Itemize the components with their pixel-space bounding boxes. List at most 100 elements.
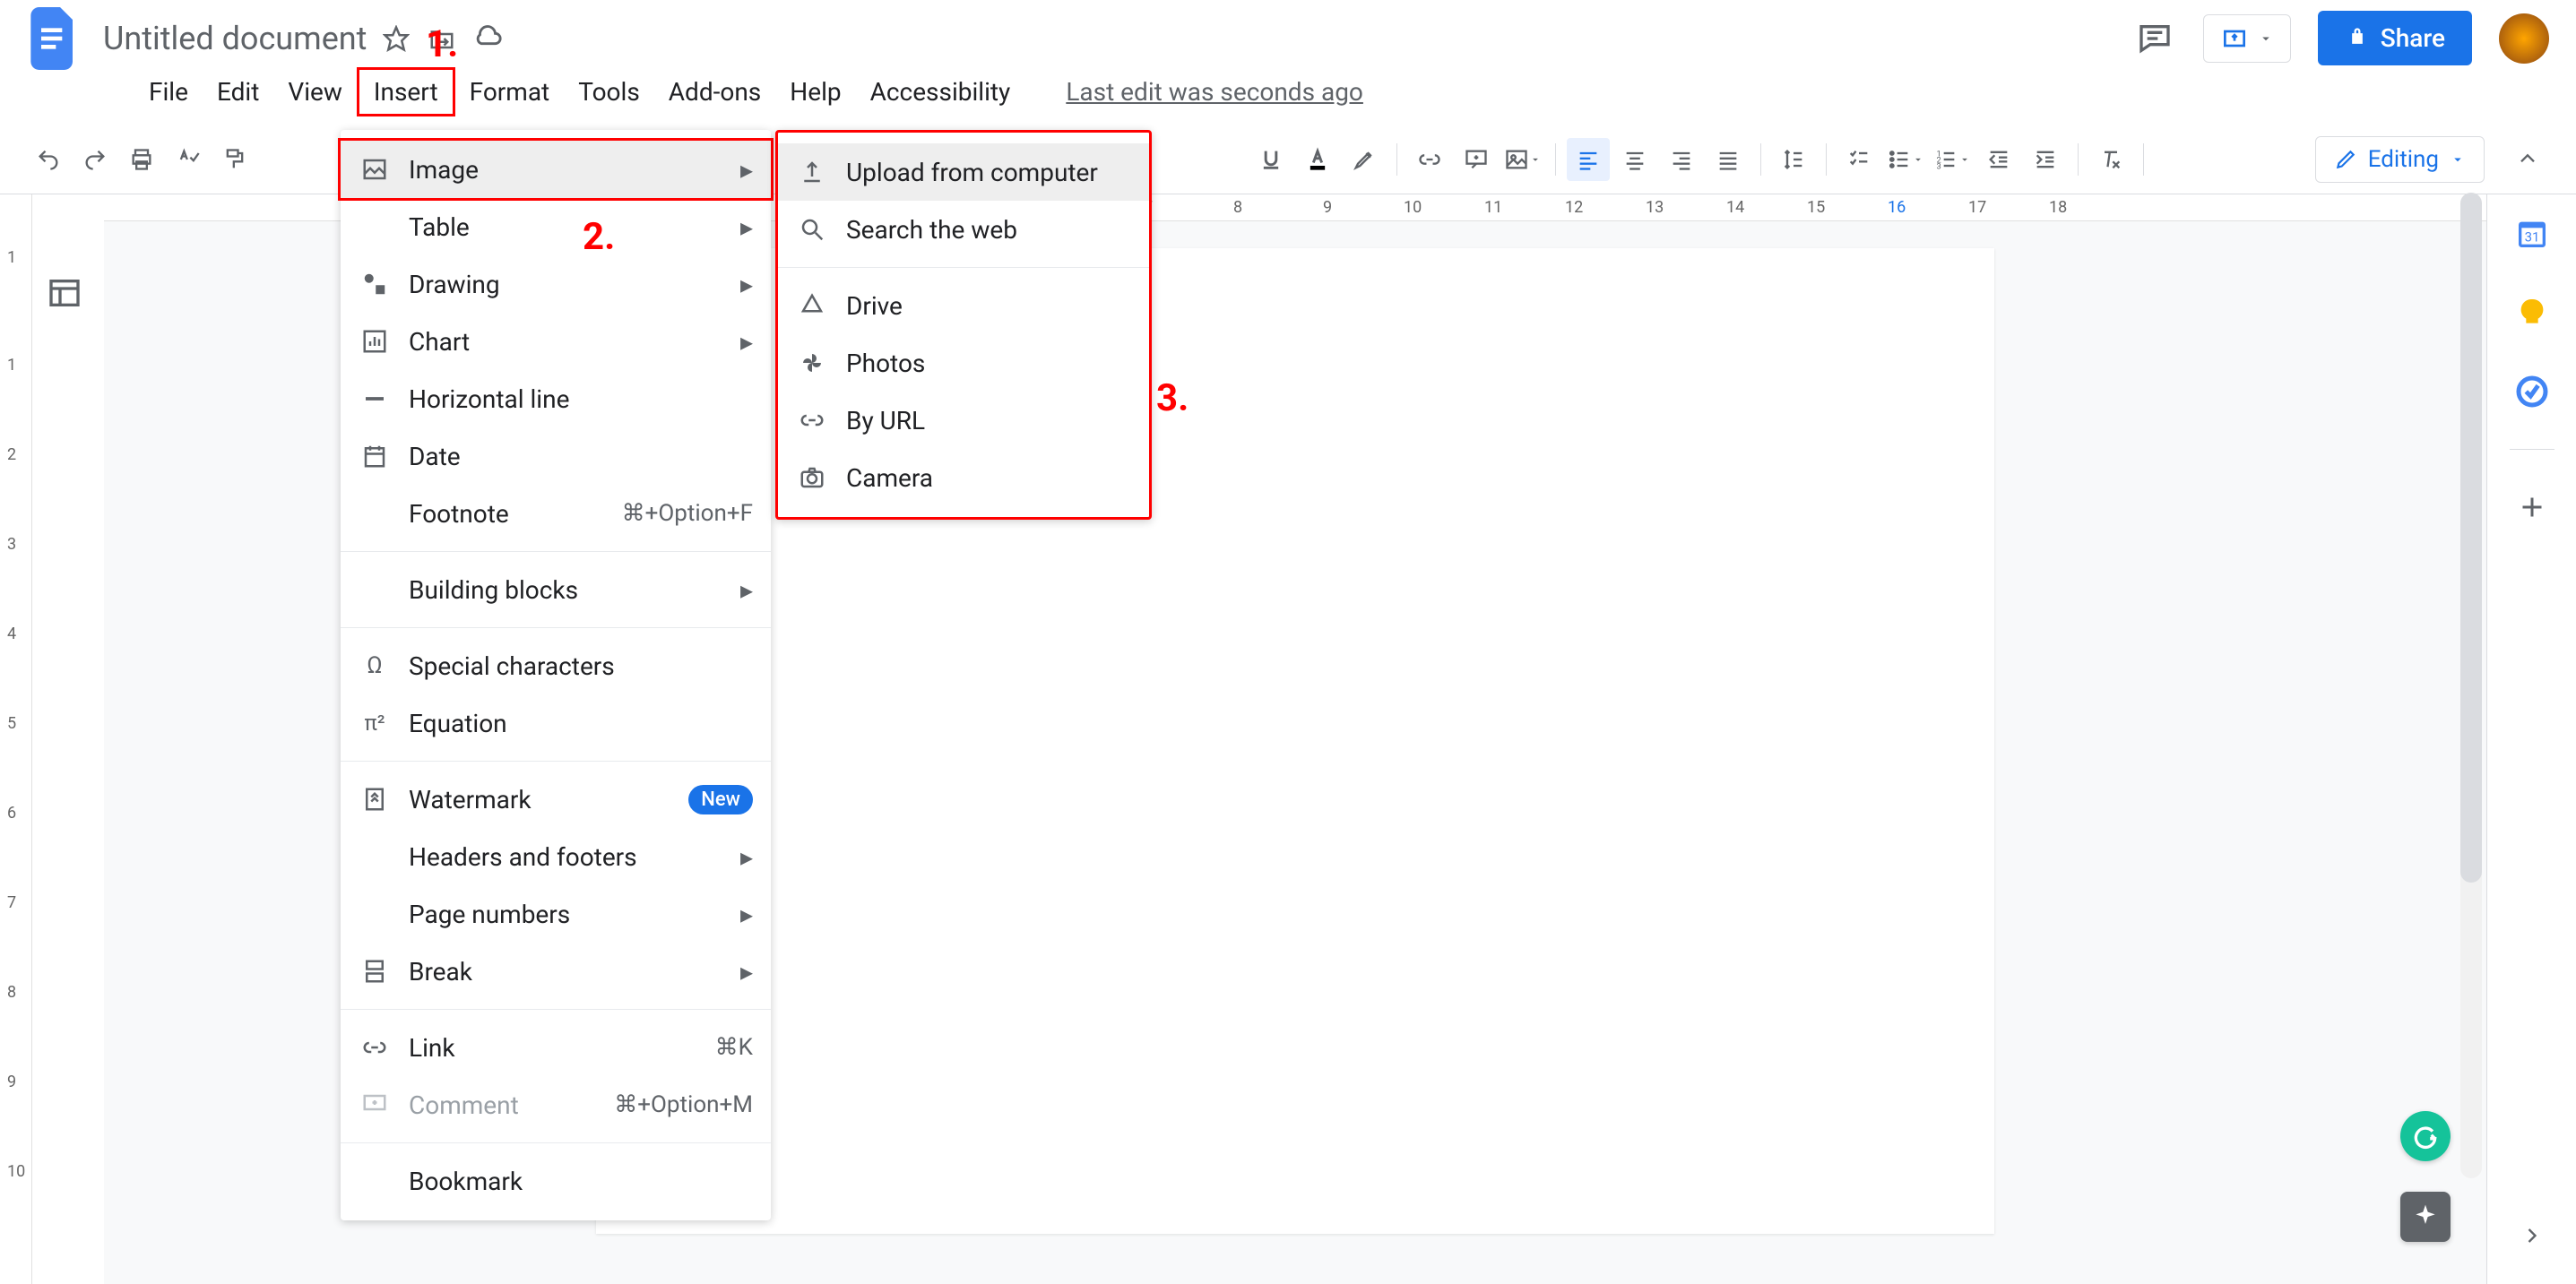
align-justify-button[interactable] <box>1707 138 1750 181</box>
align-left-button[interactable] <box>1567 138 1610 181</box>
image-submenu: Upload from computer Search the web Driv… <box>775 130 1152 520</box>
add-addon-button[interactable] <box>2511 486 2554 529</box>
redo-button[interactable] <box>73 138 117 181</box>
increase-indent-button[interactable] <box>2024 138 2067 181</box>
menu-insert[interactable]: Insert <box>357 67 455 116</box>
vertical-scrollbar[interactable] <box>2460 193 2482 1178</box>
insert-page-numbers-item[interactable]: Page numbers ▸ <box>341 885 771 943</box>
highlight-button[interactable] <box>1343 138 1386 181</box>
menu-edit[interactable]: Edit <box>203 70 273 114</box>
print-button[interactable] <box>120 138 163 181</box>
account-avatar[interactable] <box>2499 13 2549 64</box>
chart-icon <box>359 325 391 358</box>
insert-dropdown: Image ▸ Table ▸ Drawing ▸ Chart ▸ Horizo… <box>341 130 771 1220</box>
insert-hline-item[interactable]: Horizontal line <box>341 370 771 427</box>
by-url-item[interactable]: By URL <box>778 392 1149 449</box>
bulleted-list-button[interactable] <box>1884 138 1927 181</box>
search-icon <box>796 213 828 246</box>
align-center-button[interactable] <box>1613 138 1656 181</box>
insert-headers-footers-item[interactable]: Headers and footers ▸ <box>341 828 771 885</box>
numbered-list-button[interactable]: 123 <box>1931 138 1974 181</box>
line-spacing-button[interactable] <box>1772 138 1815 181</box>
insert-date-label: Date <box>409 442 753 471</box>
grammarly-button[interactable] <box>2400 1111 2451 1161</box>
calendar-app-icon[interactable]: 31 <box>2511 212 2554 255</box>
tasks-app-icon[interactable] <box>2511 370 2554 413</box>
insert-special-chars-label: Special characters <box>409 651 753 681</box>
pi-icon: π² <box>359 707 391 739</box>
insert-equation-item[interactable]: π² Equation <box>341 694 771 752</box>
hide-side-panel-button[interactable] <box>2511 1214 2554 1257</box>
insert-image-label: Image <box>409 155 722 185</box>
insert-footnote-item[interactable]: Footnote ⌘+Option+F <box>341 485 771 542</box>
table-icon <box>359 211 391 243</box>
link-shortcut: ⌘K <box>715 1034 753 1061</box>
outline-toggle-button[interactable] <box>47 275 90 318</box>
menu-accessibility[interactable]: Accessibility <box>856 70 1025 114</box>
insert-break-item[interactable]: Break ▸ <box>341 943 771 1000</box>
insert-special-chars-item[interactable]: Ω Special characters <box>341 637 771 694</box>
menu-separator <box>778 267 1149 268</box>
checklist-button[interactable] <box>1837 138 1880 181</box>
omega-icon: Ω <box>359 650 391 682</box>
align-right-button[interactable] <box>1660 138 1703 181</box>
camera-item[interactable]: Camera <box>778 449 1149 506</box>
hide-menus-button[interactable] <box>2506 138 2549 181</box>
scrollbar-thumb[interactable] <box>2460 193 2482 883</box>
insert-building-blocks-label: Building blocks <box>409 575 722 605</box>
chevron-right-icon: ▸ <box>740 155 753 185</box>
clear-formatting-button[interactable] <box>2089 138 2132 181</box>
upload-from-computer-item[interactable]: Upload from computer <box>778 143 1149 201</box>
docs-home-icon[interactable] <box>27 3 81 74</box>
insert-date-item[interactable]: Date <box>341 427 771 485</box>
upload-label: Upload from computer <box>846 158 1131 187</box>
insert-bookmark-item[interactable]: Bookmark <box>341 1152 771 1210</box>
text-color-button[interactable] <box>1296 138 1339 181</box>
insert-watermark-label: Watermark <box>409 785 670 814</box>
insert-hline-label: Horizontal line <box>409 384 753 414</box>
insert-table-item[interactable]: Table ▸ <box>341 198 771 255</box>
menu-tools[interactable]: Tools <box>564 70 654 114</box>
insert-image-button[interactable] <box>1501 138 1544 181</box>
cloud-status-icon[interactable] <box>471 22 504 55</box>
underline-button[interactable] <box>1249 138 1292 181</box>
insert-chart-item[interactable]: Chart ▸ <box>341 313 771 370</box>
side-panel: 31 <box>2486 194 2576 1284</box>
present-button[interactable] <box>2203 14 2291 63</box>
editing-label: Editing <box>2368 146 2439 173</box>
drive-item[interactable]: Drive <box>778 277 1149 334</box>
spellcheck-button[interactable] <box>167 138 210 181</box>
editing-mode-button[interactable]: Editing <box>2315 136 2485 183</box>
menu-help[interactable]: Help <box>775 70 855 114</box>
chevron-right-icon: ▸ <box>740 212 753 242</box>
menu-format[interactable]: Format <box>455 70 565 114</box>
menu-separator <box>341 551 771 552</box>
paint-format-button[interactable] <box>213 138 256 181</box>
menu-file[interactable]: File <box>134 70 203 114</box>
insert-link-item[interactable]: Link ⌘K <box>341 1019 771 1076</box>
comment-history-button[interactable] <box>2133 17 2176 60</box>
undo-button[interactable] <box>27 138 70 181</box>
insert-link-button[interactable] <box>1408 138 1451 181</box>
insert-drawing-item[interactable]: Drawing ▸ <box>341 255 771 313</box>
insert-watermark-item[interactable]: Watermark New <box>341 771 771 828</box>
share-button[interactable]: Share <box>2318 11 2472 65</box>
search-web-item[interactable]: Search the web <box>778 201 1149 258</box>
search-web-label: Search the web <box>846 215 1131 245</box>
photos-item[interactable]: Photos <box>778 334 1149 392</box>
menu-addons[interactable]: Add-ons <box>654 70 775 114</box>
vertical-ruler[interactable]: 1 1 2 3 4 5 6 7 8 9 10 <box>0 194 32 1284</box>
menu-separator <box>341 1009 771 1010</box>
insert-image-item[interactable]: Image ▸ <box>338 138 774 201</box>
decrease-indent-button[interactable] <box>1977 138 2020 181</box>
svg-text:3: 3 <box>1937 162 1941 172</box>
explore-button[interactable] <box>2400 1192 2451 1242</box>
insert-building-blocks-item[interactable]: Building blocks ▸ <box>341 561 771 618</box>
star-icon[interactable] <box>380 22 412 55</box>
document-title[interactable]: Untitled document <box>103 20 367 57</box>
keep-app-icon[interactable] <box>2511 291 2554 334</box>
drawing-icon <box>359 268 391 300</box>
menu-view[interactable]: View <box>273 70 357 114</box>
insert-comment-button[interactable] <box>1455 138 1498 181</box>
last-edit-link[interactable]: Last edit was seconds ago <box>1051 70 1378 114</box>
